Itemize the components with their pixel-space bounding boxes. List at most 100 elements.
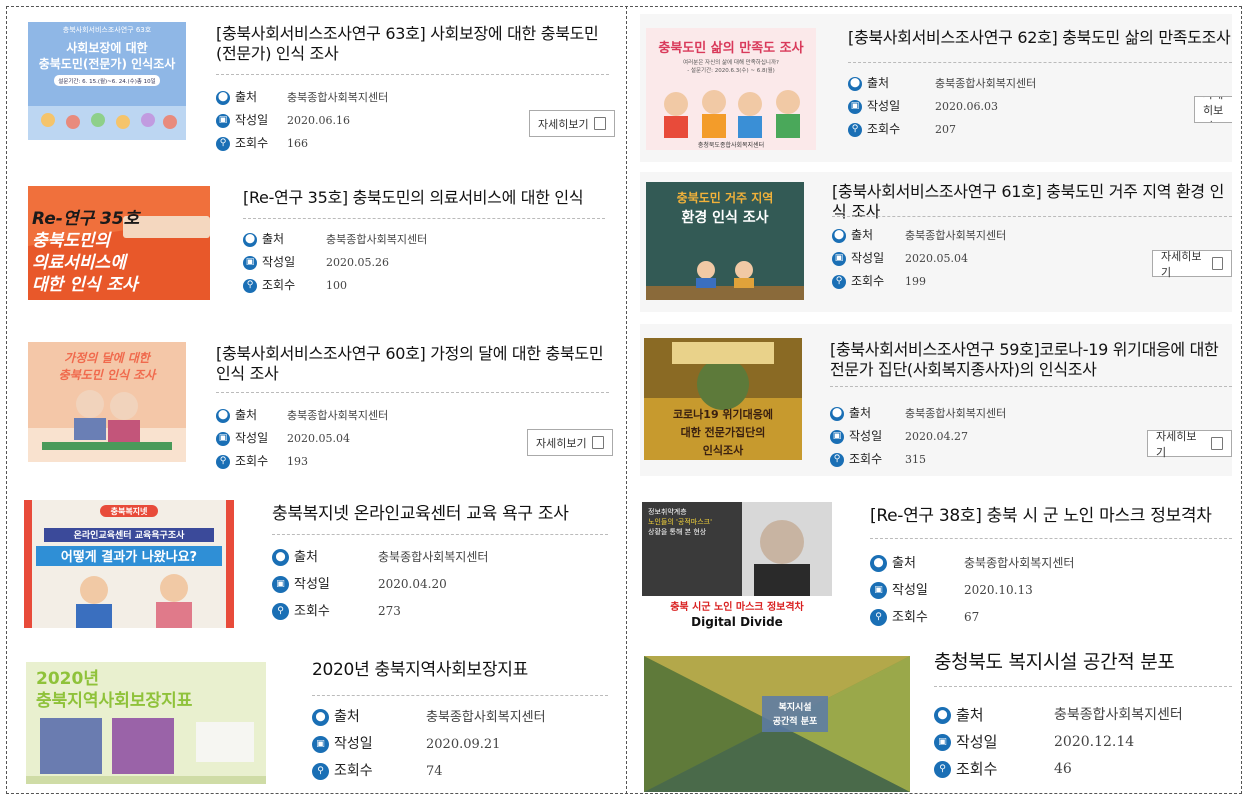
svg-text:충북도민 인식 조사: 충북도민 인식 조사: [59, 368, 158, 382]
pin-icon: ⬤: [934, 707, 951, 724]
thumbnail[interactable]: 코로나19 위기대응에 대한 전문가집단의 인식조사: [644, 338, 802, 460]
thumbnail[interactable]: 복지시설 공간적 분포: [644, 656, 910, 792]
svg-text:Re-연구 35호: Re-연구 35호: [32, 209, 142, 229]
svg-text:충북 시군 노인 마스크 정보격차: 충북 시군 노인 마스크 정보격차: [670, 600, 804, 613]
magnifier-icon: ⚲: [272, 603, 289, 620]
post-title[interactable]: [Re-연구 38호] 충북 시 군 노인 마스크 정보격차: [870, 506, 1232, 526]
post-title[interactable]: 2020년 충북지역사회보장지표: [312, 660, 612, 680]
svg-text:상황을 통해 본 현상: 상황을 통해 본 현상: [648, 527, 707, 536]
svg-text:인식조사: 인식조사: [703, 443, 744, 457]
svg-text:충북도민(전문가) 인식조사: 충북도민(전문가) 인식조사: [39, 56, 176, 71]
svg-text:사회보장에 대한: 사회보장에 대한: [66, 40, 147, 55]
calendar-icon: ▣: [848, 99, 862, 114]
magnifier-icon: ⚲: [934, 761, 951, 778]
calendar-icon: ▣: [934, 734, 951, 751]
pin-icon: ⬤: [243, 232, 257, 247]
document-icon: [593, 117, 606, 130]
thumbnail[interactable]: 정보취약계층 노인들의 '공적마스크' 상황을 통해 본 현상 충북 시군 노인…: [642, 502, 832, 632]
divider: [832, 216, 1232, 217]
list-item: 정보취약계층 노인들의 '공적마스크' 상황을 통해 본 현상 충북 시군 노인…: [636, 490, 1232, 638]
pin-icon: ⬤: [848, 76, 862, 91]
divider: [272, 534, 608, 535]
list-item: 2020년 충북지역사회보장지표 2020년 충북지역사회보장지표 ⬤ 출처 충북종…: [14, 650, 619, 790]
view-more-button[interactable]: 자세히보기: [527, 429, 613, 456]
post-title[interactable]: [Re-연구 35호] 충북도민의 의료서비스에 대한 인식: [243, 188, 613, 208]
list-item: 코로나19 위기대응에 대한 전문가집단의 인식조사 [충북사회서비스조사연구 …: [640, 324, 1232, 476]
magnifier-icon: ⚲: [848, 122, 862, 137]
column-divider: [626, 6, 627, 794]
post-title[interactable]: 충북복지넷 온라인교육센터 교육 욕구 조사: [272, 504, 612, 524]
svg-text:노인들의 '공적마스크': 노인들의 '공적마스크': [648, 517, 712, 526]
svg-text:2020년: 2020년: [36, 669, 99, 689]
svg-text:어떻게 결과가 나왔나요?: 어떻게 결과가 나왔나요?: [61, 549, 197, 565]
calendar-icon: ▣: [312, 736, 329, 753]
post-title[interactable]: [충북사회서비스조사연구 62호] 충북도민 삶의 만족도조사: [848, 28, 1232, 48]
thumbnail[interactable]: 충북복지넷 온라인교육센터 교육욕구조사 어떻게 결과가 나왔나요?: [24, 500, 234, 628]
magnifier-icon: ⚲: [216, 136, 230, 151]
magnifier-icon: ⚲: [216, 454, 230, 469]
svg-text:충청북도종합사회복지센터: 충청북도종합사회복지센터: [698, 141, 764, 149]
thumbnail[interactable]: 가정의 달에 대한 충북도민 인식 조사: [28, 342, 186, 462]
thumbnail[interactable]: 충북도민 거주 지역 환경 인식 조사: [646, 182, 804, 300]
post-title[interactable]: 충청북도 복지시설 공간적 분포: [934, 652, 1232, 672]
list-item: 복지시설 공간적 분포 충청북도 복지시설 공간적 분포 ⬤ 출처 충북종합사회복지…: [636, 646, 1232, 792]
svg-text:복지시설: 복지시설: [778, 701, 811, 713]
view-more-button[interactable]: 자세히보기: [1152, 250, 1232, 279]
post-title[interactable]: [충북사회서비스조사연구 63호] 사회보장에 대한 충북도민(전문가) 인식 …: [216, 24, 612, 64]
calendar-icon: ▣: [216, 113, 230, 128]
svg-text:충북지역사회보장지표: 충북지역사회보장지표: [36, 691, 193, 711]
thumbnail[interactable]: 충북사회서비스조사연구 63호 사회보장에 대한 충북도민(전문가) 인식조사 …: [28, 22, 186, 140]
document-icon: [1211, 437, 1223, 450]
svg-text:충북사회서비스조사연구 63호: 충북사회서비스조사연구 63호: [63, 25, 152, 34]
view-more-button[interactable]: 자세히보기: [1194, 96, 1232, 123]
divider: [243, 218, 605, 219]
meta-block: ⬤ 출처 충북종합사회복지센터 ▣ 작성일 2020.05.04 ⚲ 조회수 199: [832, 228, 1007, 289]
magnifier-icon: ⚲: [830, 452, 844, 467]
view-more-button[interactable]: 자세히보기: [1147, 430, 1232, 459]
list-item: 가정의 달에 대한 충북도민 인식 조사 [충북사회서비스조사연구 60호] 가…: [14, 330, 619, 476]
post-title[interactable]: [충북사회서비스조사연구 60호] 가정의 달에 대한 충북도민 인식 조사: [216, 344, 612, 384]
divider: [312, 695, 608, 696]
svg-text:충북도민 거주 지역: 충북도민 거주 지역: [677, 190, 774, 205]
pin-icon: ⬤: [870, 555, 887, 572]
divider: [934, 686, 1232, 687]
meta-block: ⬤ 출처 충북종합사회복지센터 ▣ 작성일 2020.05.26 ⚲ 조회수 100: [243, 232, 428, 293]
pin-icon: ⬤: [216, 90, 230, 105]
svg-text:대한 전문가집단의: 대한 전문가집단의: [681, 425, 766, 439]
pin-icon: ⬤: [272, 549, 289, 566]
view-more-button[interactable]: 자세히보기: [529, 110, 615, 137]
svg-text:온라인교육센터 교육욕구조사: 온라인교육센터 교육욕구조사: [74, 529, 185, 541]
document-icon: [591, 436, 604, 449]
divider: [848, 62, 1232, 63]
list-item: Re-연구 35호 충북도민의 의료서비스에 대한 인식 조사 [Re-연구 3…: [14, 174, 619, 314]
divider: [216, 74, 609, 75]
calendar-icon: ▣: [272, 576, 289, 593]
svg-text:충북도민 삶의 만족도 조사: 충북도민 삶의 만족도 조사: [658, 40, 803, 56]
meta-block: ⬤ 출처 충북종합사회복지센터 ▣ 작성일 2020.12.14 ⚲ 조회수 46: [934, 702, 1183, 783]
calendar-icon: ▣: [830, 429, 844, 444]
list-item: 충북도민 거주 지역 환경 인식 조사 [충북사회서비스조사연구 61호] 충북…: [640, 172, 1232, 312]
svg-text:환경 인식 조사: 환경 인식 조사: [681, 209, 768, 226]
svg-text:Digital Divide: Digital Divide: [691, 615, 783, 629]
calendar-icon: ▣: [243, 255, 257, 270]
pin-icon: ⬤: [216, 408, 230, 423]
calendar-icon: ▣: [216, 431, 230, 446]
svg-text:의료서비스에: 의료서비스에: [32, 253, 128, 273]
meta-block: ⬤ 출처 충북종합사회복지센터 ▣ 작성일 2020.04.27 ⚲ 조회수 315: [830, 406, 1007, 467]
thumbnail[interactable]: Re-연구 35호 충북도민의 의료서비스에 대한 인식 조사: [28, 186, 210, 300]
divider: [216, 392, 609, 393]
svg-text:공간적 분포: 공간적 분포: [773, 715, 818, 727]
svg-text:코로나19 위기대응에: 코로나19 위기대응에: [673, 407, 773, 421]
meta-block: ⬤ 출처 충북종합사회복지센터 ▣ 작성일 2020.05.04 ⚲ 조회수 193: [216, 408, 389, 469]
magnifier-icon: ⚲: [832, 274, 846, 289]
meta-block: ⬤ 출처 충북종합사회복지센터 ▣ 작성일 2020.06.16 ⚲ 조회수 166: [216, 90, 389, 151]
list-item: 충북도민 삶의 만족도 조사 여러분은 자신의 삶에 대해 만족하십니까? - …: [640, 14, 1232, 162]
post-title[interactable]: [충북사회서비스조사연구 59호]코로나-19 위기대응에 대한 전문가 집단(…: [830, 340, 1232, 380]
thumbnail[interactable]: 2020년 충북지역사회보장지표: [26, 662, 266, 784]
svg-text:충북도민의: 충북도민의: [32, 231, 113, 251]
thumbnail[interactable]: 충북도민 삶의 만족도 조사 여러분은 자신의 삶에 대해 만족하십니까? - …: [646, 28, 816, 150]
pin-icon: ⬤: [830, 406, 844, 421]
list-item: 충북사회서비스조사연구 63호 사회보장에 대한 충북도민(전문가) 인식조사 …: [14, 12, 619, 158]
divider: [830, 386, 1232, 387]
list-item: 충북복지넷 온라인교육센터 교육욕구조사 어떻게 결과가 나왔나요? 충북복지넷…: [14, 490, 619, 638]
